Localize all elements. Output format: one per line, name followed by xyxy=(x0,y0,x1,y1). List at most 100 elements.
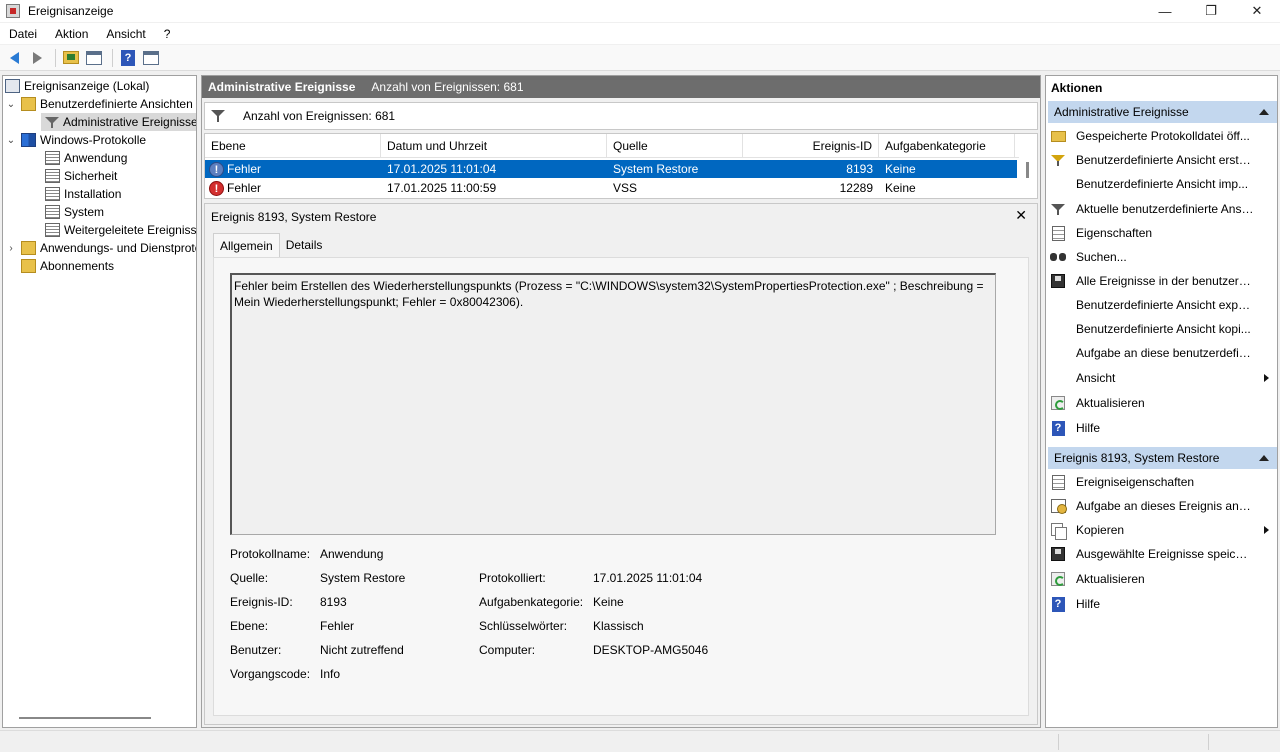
opcode-label: Vorgangscode: xyxy=(230,667,311,681)
section-label: Ereignis 8193, System Restore xyxy=(1054,451,1220,465)
title-bar: Ereignisanzeige — ❐ ✕ xyxy=(0,0,1280,22)
collapse-arrow-icon[interactable] xyxy=(1259,109,1269,115)
cell-level: ! Fehler xyxy=(205,160,381,178)
table-row[interactable]: ! Fehler 17.01.2025 11:01:04 System Resto… xyxy=(205,160,1017,178)
minimize-button[interactable]: — xyxy=(1142,0,1188,22)
vertical-scrollbar[interactable] xyxy=(1026,162,1029,178)
table-row[interactable]: ! Fehler 17.01.2025 11:00:59 VSS 12289 Ke… xyxy=(205,179,1017,197)
column-datetime[interactable]: Datum und Uhrzeit xyxy=(381,134,607,158)
action-copy[interactable]: Kopieren xyxy=(1050,519,1275,541)
horizontal-scrollbar[interactable] xyxy=(19,717,151,719)
forward-button[interactable] xyxy=(27,48,47,68)
tree-item-system[interactable]: System xyxy=(45,203,104,221)
status-divider xyxy=(1058,734,1059,750)
tree-item-app-service-logs[interactable]: › Anwendungs- und Dienstprotokolle xyxy=(5,239,196,257)
column-event-id[interactable]: Ereignis-ID xyxy=(743,134,879,158)
view-title: Administrative Ereignisse xyxy=(208,80,356,94)
column-source[interactable]: Quelle xyxy=(607,134,743,158)
collapse-chevron-icon[interactable]: ⌄ xyxy=(5,99,17,110)
tree-item-setup[interactable]: Installation xyxy=(45,185,121,203)
tree-label: Installation xyxy=(64,187,122,201)
menu-ansicht[interactable]: Ansicht xyxy=(97,27,154,41)
column-task-category[interactable]: Aufgabenkategorie xyxy=(879,134,1015,158)
action-refresh[interactable]: Aktualisieren xyxy=(1050,568,1275,590)
action-export-custom-view[interactable]: Benutzerdefinierte Ansicht expo... xyxy=(1050,294,1275,316)
user-label: Benutzer: xyxy=(230,643,282,657)
close-button[interactable]: ✕ xyxy=(1234,0,1280,22)
task-category-value: Keine xyxy=(593,595,624,609)
action-create-custom-view[interactable]: Benutzerdefinierte Ansicht erste... xyxy=(1050,149,1275,171)
status-divider xyxy=(1208,734,1209,750)
up-one-level-button[interactable] xyxy=(61,48,81,68)
action-import-custom-view[interactable]: Benutzerdefinierte Ansicht imp... xyxy=(1050,173,1275,195)
action-help[interactable]: ? Hilfe xyxy=(1050,417,1275,439)
action-attach-task-to-event[interactable]: Aufgabe an dieses Ereignis anfü... xyxy=(1050,495,1275,517)
save-icon xyxy=(1050,273,1066,289)
action-attach-task-to-view[interactable]: Aufgabe an diese benutzerdefin... xyxy=(1050,342,1275,364)
tree-item-subscriptions[interactable]: Abonnements xyxy=(21,257,114,275)
tab-general[interactable]: Allgemein xyxy=(213,233,280,258)
action-refresh[interactable]: Aktualisieren xyxy=(1050,392,1275,414)
source-value: System Restore xyxy=(320,571,406,585)
tree-item-custom-views[interactable]: ⌄ Benutzerdefinierte Ansichten xyxy=(5,95,193,113)
tree-item-forwarded-events[interactable]: Weitergeleitete Ereignisse xyxy=(45,221,196,239)
filter-icon xyxy=(45,115,59,129)
tree-item-windows-logs[interactable]: ⌄ Windows-Protokolle xyxy=(5,131,146,149)
action-save-selected-events[interactable]: Ausgewählte Ereignisse speiche... xyxy=(1050,543,1275,565)
expand-chevron-icon[interactable]: › xyxy=(5,243,17,254)
back-button[interactable] xyxy=(4,48,24,68)
event-id-label: Ereignis-ID: xyxy=(230,595,293,609)
help-button[interactable]: ? xyxy=(118,48,138,68)
source-label: Quelle: xyxy=(230,571,269,585)
event-message[interactable]: Fehler beim Erstellen des Wiederherstell… xyxy=(230,273,996,535)
log-icon xyxy=(45,169,60,183)
action-view-submenu[interactable]: Ansicht xyxy=(1050,367,1275,389)
tree-item-security[interactable]: Sicherheit xyxy=(45,167,117,185)
status-bar xyxy=(0,730,1280,752)
forward-arrow-icon xyxy=(32,51,42,64)
tree-item-administrative-events[interactable]: Administrative Ereignisse xyxy=(41,113,196,131)
tree-label: Anwendung xyxy=(64,151,128,165)
action-filter-current-view[interactable]: Aktuelle benutzerdefinierte Ansi... xyxy=(1050,198,1275,220)
log-name-value: Anwendung xyxy=(320,547,384,561)
opcode-value: Info xyxy=(320,667,341,681)
collapse-chevron-icon[interactable]: ⌄ xyxy=(5,135,17,146)
level-value: Fehler xyxy=(320,619,355,633)
section-event-8193[interactable]: Ereignis 8193, System Restore xyxy=(1048,447,1277,469)
cell-event-id: 12289 xyxy=(839,181,873,195)
close-icon[interactable]: ✕ xyxy=(1015,207,1027,224)
filter-gold-icon xyxy=(1050,152,1066,168)
cell-source: System Restore xyxy=(613,162,699,176)
tab-details[interactable]: Details xyxy=(280,233,329,258)
event-detail-pane: Ereignis 8193, System Restore ✕ Allgemei… xyxy=(204,203,1038,725)
window-controls: — ❐ ✕ xyxy=(1142,0,1280,22)
back-arrow-icon xyxy=(9,51,19,64)
action-open-saved-log[interactable]: Gespeicherte Protokolldatei öff... xyxy=(1050,125,1275,147)
maximize-button[interactable]: ❐ xyxy=(1188,0,1234,22)
show-hide-action-pane-button[interactable] xyxy=(141,48,161,68)
menu-datei[interactable]: Datei xyxy=(0,27,46,41)
action-properties[interactable]: Eigenschaften xyxy=(1050,222,1275,244)
general-tab-body: Fehler beim Erstellen des Wiederherstell… xyxy=(213,257,1029,716)
action-find[interactable]: Suchen... xyxy=(1050,246,1275,268)
collapse-arrow-icon[interactable] xyxy=(1259,455,1269,461)
log-icon xyxy=(45,151,60,165)
action-save-all-events[interactable]: Alle Ereignisse in der benutzerd... xyxy=(1050,270,1275,292)
menu-help[interactable]: ? xyxy=(155,27,180,41)
refresh-icon xyxy=(1050,571,1066,587)
tree-item-application[interactable]: Anwendung xyxy=(45,149,127,167)
menu-aktion[interactable]: Aktion xyxy=(46,27,97,41)
console-tree-icon xyxy=(86,50,102,65)
submenu-arrow-icon xyxy=(1264,526,1269,534)
tree-item-root[interactable]: Ereignisanzeige (Lokal) xyxy=(5,77,149,95)
action-event-properties[interactable]: Ereigniseigenschaften xyxy=(1050,471,1275,493)
column-level[interactable]: Ebene xyxy=(205,134,381,158)
action-help[interactable]: ? Hilfe xyxy=(1050,593,1275,615)
keywords-value: Klassisch xyxy=(593,619,644,633)
show-hide-console-tree-button[interactable] xyxy=(84,48,104,68)
action-copy-custom-view[interactable]: Benutzerdefinierte Ansicht kopi... xyxy=(1050,318,1275,340)
menu-bar: Datei Aktion Ansicht ? xyxy=(0,23,1280,44)
filter-bar: Anzahl von Ereignissen: 681 xyxy=(204,102,1038,130)
folder-icon xyxy=(21,97,36,111)
section-administrative-events[interactable]: Administrative Ereignisse xyxy=(1048,101,1277,123)
